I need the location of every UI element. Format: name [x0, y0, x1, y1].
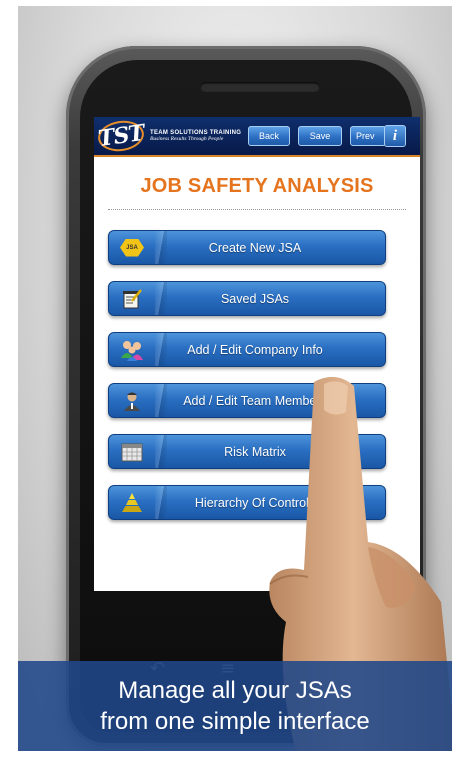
create-new-jsa-button[interactable]: JSA Create New JSA [108, 230, 386, 265]
menu-item-label: Add / Edit Company Info [187, 342, 323, 357]
title-divider [108, 209, 406, 210]
brand-block: TEAM SOLUTIONS TRAINING Business Results… [150, 130, 241, 143]
main-menu: JSA Create New JSA Saved JSAs Add / Edit… [108, 230, 386, 536]
company-info-button[interactable]: Add / Edit Company Info [108, 332, 386, 367]
preview-button[interactable]: Prev [350, 126, 386, 146]
jsa-hexagon-icon: JSA [109, 231, 155, 264]
promo-stage: ↶ ≡ ⌂ ⚲ TST TEAM SOLUTIONS TRAINING Busi… [18, 6, 452, 751]
hierarchy-of-controls-button[interactable]: Hierarchy Of Controls [108, 485, 386, 520]
menu-item-label: Saved JSAs [220, 291, 290, 306]
tst-logo: TST [96, 117, 146, 155]
brand-name: TEAM SOLUTIONS TRAINING [150, 129, 242, 136]
menu-item-label: Add / Edit Team Members [183, 393, 327, 408]
menu-item-label: Risk Matrix [224, 444, 286, 459]
page-title: JOB SAFETY ANALYSIS [140, 175, 374, 197]
app-header: TST TEAM SOLUTIONS TRAINING Business Res… [94, 117, 420, 157]
team-members-button[interactable]: Add / Edit Team Members [108, 383, 386, 418]
phone-speaker [200, 82, 320, 92]
caption-line-1: Manage all your JSAs [118, 676, 352, 704]
saved-jsas-button[interactable]: Saved JSAs [108, 281, 386, 316]
app-screen: TST TEAM SOLUTIONS TRAINING Business Res… [94, 117, 420, 591]
calendar-grid-icon [109, 435, 155, 468]
brand-tagline: Business Results Through People [150, 136, 224, 143]
save-button[interactable]: Save [298, 126, 342, 146]
caption-line-2: from one simple interface [100, 708, 370, 735]
pyramid-icon [109, 486, 155, 519]
menu-item-label: Hierarchy Of Controls [194, 495, 316, 510]
back-button[interactable]: Back [248, 126, 290, 146]
risk-matrix-button[interactable]: Risk Matrix [108, 434, 386, 469]
team-member-icon [109, 384, 155, 417]
menu-item-label: Create New JSA [208, 240, 302, 255]
people-group-icon [109, 333, 155, 366]
notepad-pencil-icon [109, 282, 155, 315]
promo-caption: Manage all your JSAs from one simple int… [18, 661, 452, 751]
info-button[interactable]: i [384, 125, 406, 147]
